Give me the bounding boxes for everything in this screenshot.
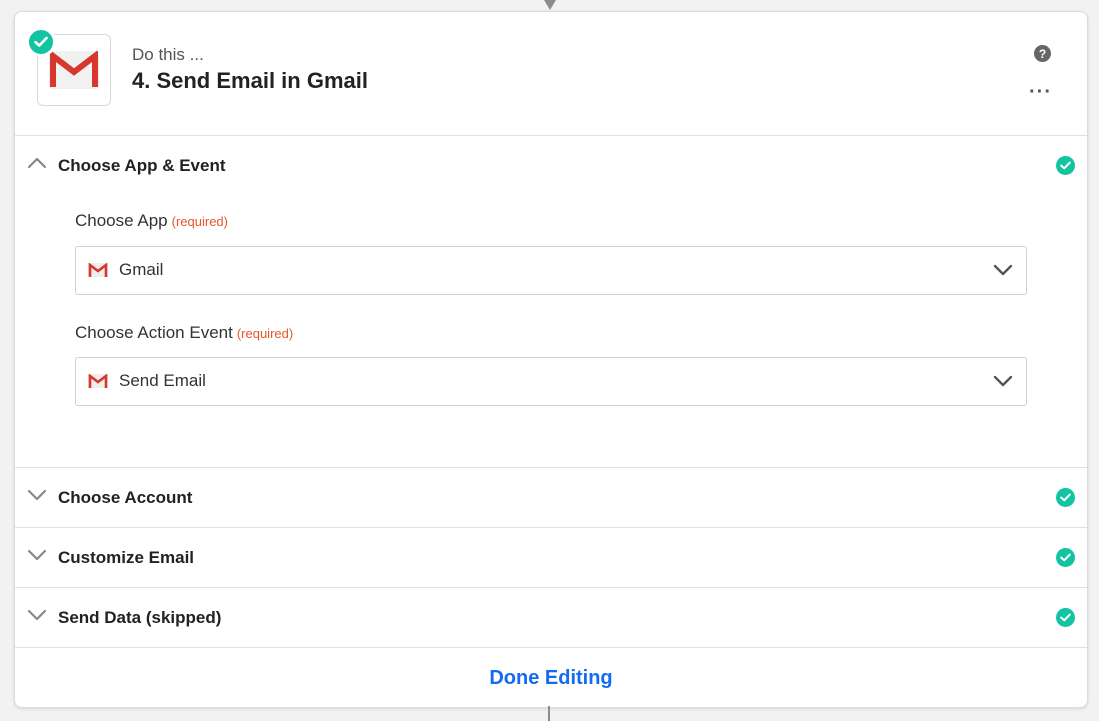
check-circle-icon <box>1056 608 1075 627</box>
section-send-data: Send Data (skipped) <box>15 588 1087 648</box>
flow-connector-line <box>548 706 550 721</box>
choose-event-label-text: Choose Action Event <box>75 323 233 342</box>
section-title: Choose Account <box>58 488 193 507</box>
chevron-down-icon <box>27 548 47 566</box>
done-editing-button[interactable]: Done Editing <box>489 667 612 690</box>
choose-event-label: Choose Action Event (required) <box>75 323 293 343</box>
section-header-customize-email[interactable]: Customize Email <box>15 528 1087 587</box>
section-title: Customize Email <box>58 548 195 567</box>
step-title: 4. Send Email in Gmail <box>132 68 368 93</box>
choose-app-label-text: Choose App <box>75 211 168 230</box>
section-title: Send Data (skipped) <box>58 608 222 627</box>
section-customize-email: Customize Email <box>15 528 1087 588</box>
section-choose-app-event: Choose App & Event Choose App (required) … <box>15 136 1087 468</box>
chevron-up-icon <box>27 156 47 174</box>
check-circle-icon <box>1056 488 1075 507</box>
step-card: Do this ... 4. Send Email in Gmail ? ···… <box>14 11 1088 708</box>
choose-app-select[interactable]: Gmail <box>75 246 1027 295</box>
question-circle-icon[interactable]: ? <box>1034 45 1051 62</box>
section-title: Choose App & Event <box>58 156 226 175</box>
section-body: Choose App (required) Gmail Choose Action… <box>15 195 1087 467</box>
step-eyebrow: Do this ... <box>132 45 204 64</box>
choose-app-value: Gmail <box>119 260 164 279</box>
choose-event-value: Send Email <box>119 371 206 390</box>
section-header-send-data[interactable]: Send Data (skipped) <box>15 588 1087 647</box>
section-header-choose-app-event[interactable]: Choose App & Event <box>15 136 1087 195</box>
ellipsis-icon[interactable]: ··· <box>1029 82 1052 102</box>
gmail-icon <box>88 262 108 282</box>
required-tag: (required) <box>171 214 228 229</box>
chevron-down-icon <box>993 263 1013 281</box>
step-header: Do this ... 4. Send Email in Gmail ? ··· <box>15 12 1087 136</box>
choose-app-label: Choose App (required) <box>75 211 228 231</box>
required-tag: (required) <box>236 326 294 341</box>
check-circle-icon <box>1056 548 1075 567</box>
chevron-down-icon <box>27 608 47 626</box>
flow-connector-arrow <box>544 0 556 10</box>
gmail-icon <box>88 373 108 393</box>
footer: Done Editing <box>15 649 1087 707</box>
section-header-choose-account[interactable]: Choose Account <box>15 468 1087 527</box>
section-choose-account: Choose Account <box>15 468 1087 528</box>
step-complete-check-icon <box>26 27 56 57</box>
choose-event-select[interactable]: Send Email <box>75 357 1027 406</box>
chevron-down-icon <box>27 488 47 506</box>
check-circle-icon <box>1056 156 1075 175</box>
chevron-down-icon <box>993 374 1013 392</box>
